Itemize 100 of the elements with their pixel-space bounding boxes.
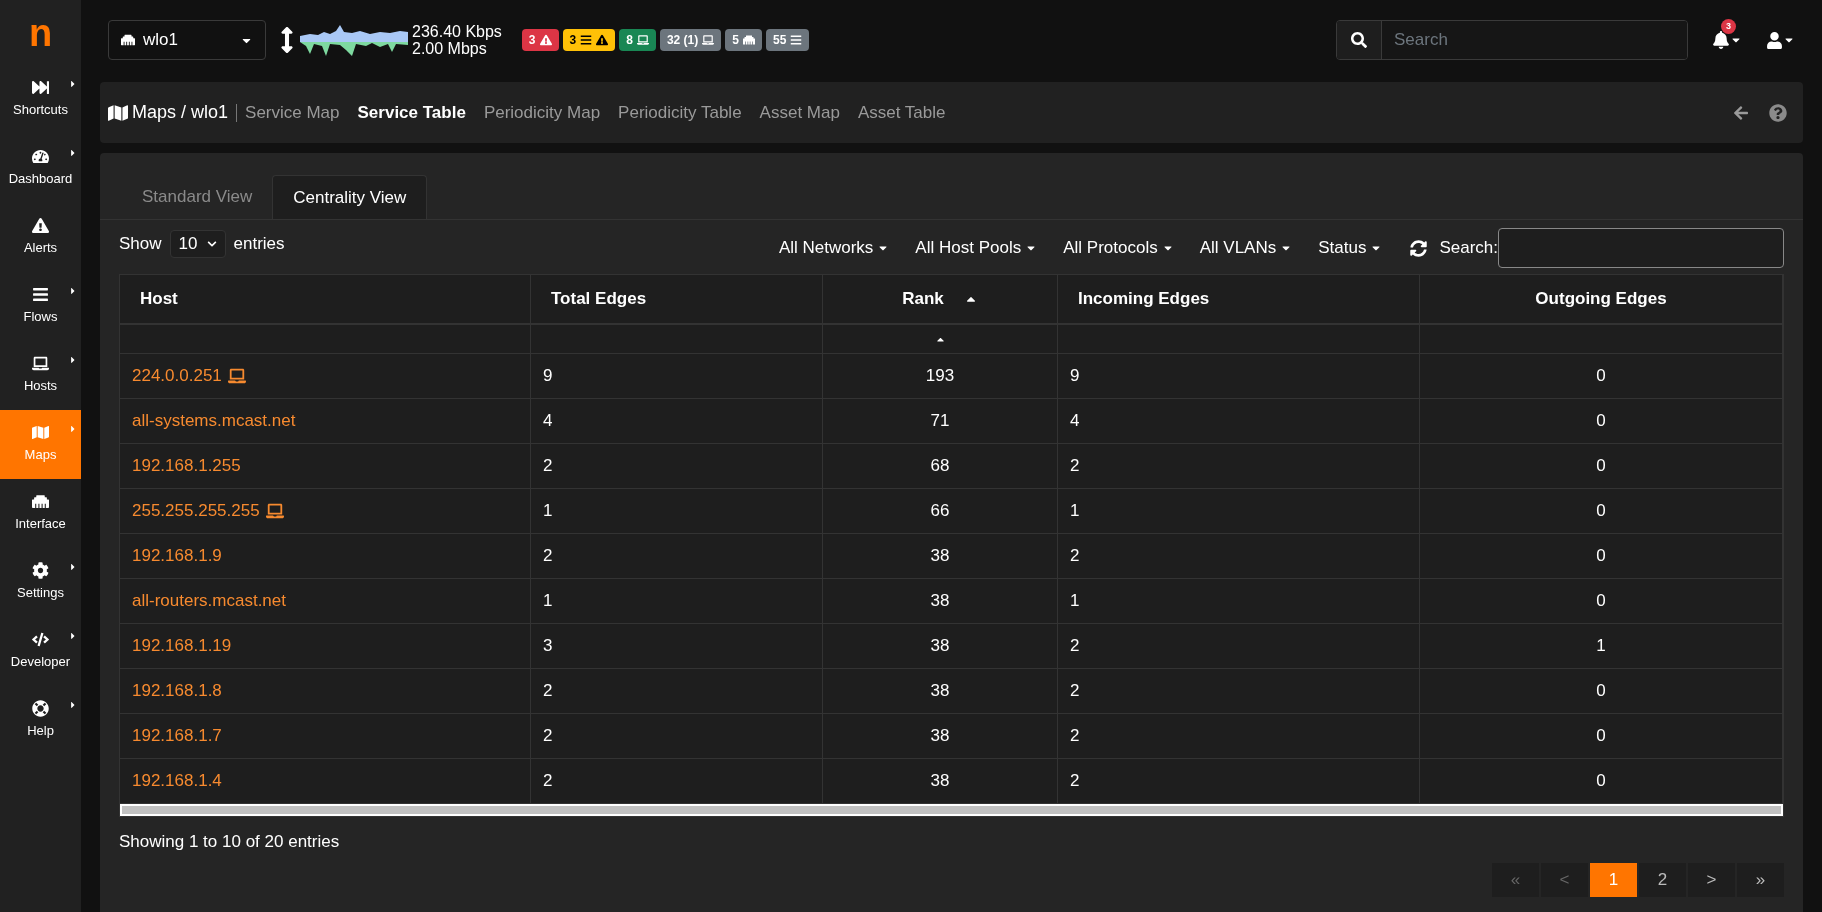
status-badge[interactable]: 55: [765, 29, 810, 51]
ethernet-port-icon: [742, 34, 755, 46]
sidebar-item[interactable]: Flows: [0, 272, 81, 341]
sidebar-item[interactable]: Dashboard: [0, 134, 81, 203]
table-cell-text: 1: [543, 500, 553, 523]
user-icon: [1766, 31, 1783, 49]
map-icon: [32, 424, 49, 442]
download-rate: 2.00 Mbps: [412, 40, 488, 57]
host-link[interactable]: all-routers.mcast.net: [132, 588, 286, 614]
chevron-down-icon: [206, 239, 217, 249]
search-field[interactable]: Search: [1336, 20, 1688, 60]
page-button[interactable]: >: [1688, 862, 1735, 897]
host-link[interactable]: all-systems.mcast.net: [132, 408, 296, 434]
table-cell-text: 2: [543, 545, 553, 568]
ethernet-port-icon: [32, 493, 49, 511]
host-link[interactable]: 224.0.0.251: [132, 363, 222, 389]
table-cell-text: 1: [543, 590, 553, 613]
host-link[interactable]: 192.168.1.7: [132, 723, 222, 749]
nav-link[interactable]: Periodicity Table: [618, 99, 742, 126]
sidebar-item[interactable]: Alerts: [0, 203, 81, 272]
column-header[interactable]: Host: [120, 275, 531, 323]
table-cell-text: 2: [1070, 725, 1080, 748]
status-badge[interactable]: 3: [521, 29, 559, 51]
table-cell-text: 3: [543, 635, 553, 658]
table-cell-text: 0: [1596, 455, 1606, 478]
column-header[interactable]: Outgoing Edges: [1420, 275, 1783, 323]
life-ring-icon: [32, 700, 49, 718]
host-link[interactable]: 192.168.1.8: [132, 678, 222, 704]
column-header[interactable]: Incoming Edges: [1058, 275, 1420, 323]
lines-icon: [580, 34, 593, 46]
refresh-icon[interactable]: [1410, 239, 1428, 257]
user-menu-button[interactable]: [1766, 31, 1795, 49]
table-cell-text: 2: [1070, 545, 1080, 568]
back-arrow-icon[interactable]: [1733, 104, 1749, 121]
filter-dropdown[interactable]: All Protocols: [1063, 235, 1174, 261]
nav-link[interactable]: Service Map: [245, 99, 340, 126]
table-cell-text: 38: [930, 590, 950, 613]
entries-select[interactable]: 10: [169, 230, 226, 258]
nav-link[interactable]: Periodicity Map: [483, 99, 601, 126]
table-cell-text: 0: [1596, 500, 1606, 523]
table-cell-text: 38: [930, 680, 950, 703]
table-cell-text: 0: [1596, 545, 1606, 568]
view-tab[interactable]: Standard View: [122, 175, 273, 219]
logo[interactable]: n: [28, 13, 53, 52]
table-cell-text: 2: [543, 770, 553, 793]
filter-dropdown[interactable]: All Networks: [778, 235, 890, 261]
entries-label: entries: [233, 233, 285, 256]
nav-link[interactable]: Asset Map: [759, 99, 840, 126]
status-badge[interactable]: 3: [562, 29, 616, 51]
sidebar-item[interactable]: Help: [0, 686, 81, 755]
filter-dropdown[interactable]: All Host Pools: [915, 235, 1038, 261]
host-link[interactable]: 192.168.1.9: [132, 543, 222, 569]
table-cell-text: 38: [930, 725, 950, 748]
laptop-icon: [636, 34, 649, 46]
status-badge[interactable]: 5: [725, 29, 762, 51]
nav-link[interactable]: Service Table: [357, 99, 466, 126]
sidebar-item[interactable]: Developer: [0, 617, 81, 686]
table-info: Showing 1 to 10 of 20 entries: [119, 832, 340, 851]
upload-rate: 236.40 Kbps: [412, 23, 502, 40]
sidebar-item[interactable]: Shortcuts: [0, 65, 81, 134]
table-cell-text: 38: [930, 545, 950, 568]
filter-dropdown[interactable]: Status: [1318, 235, 1383, 261]
table-cell-text: 0: [1596, 770, 1606, 793]
host-link[interactable]: 192.168.1.19: [132, 633, 232, 659]
bell-icon: [1712, 31, 1730, 49]
table-cell-text: 1: [1070, 590, 1080, 613]
status-badge[interactable]: 32 (1): [659, 29, 722, 51]
table-cell-text: 193: [925, 365, 955, 388]
horizontal-scrollbar[interactable]: [120, 804, 1783, 816]
table-cell-text: 0: [1596, 365, 1606, 388]
table-cell-text: 4: [543, 410, 553, 433]
view-tab[interactable]: Centrality View: [272, 175, 428, 219]
host-link[interactable]: 255.255.255.255: [132, 498, 260, 524]
column-header[interactable]: Rank: [823, 275, 1058, 323]
sidebar-item[interactable]: Hosts: [0, 341, 81, 410]
sidebar-item[interactable]: Interface: [0, 479, 81, 548]
warning-icon: [596, 34, 609, 46]
status-badge[interactable]: 8: [619, 29, 656, 51]
table-cell-text: 71: [930, 410, 950, 433]
table-cell-text: 2: [1070, 455, 1080, 478]
page-button[interactable]: 2: [1639, 862, 1686, 897]
table-cell-text: 9: [1070, 365, 1080, 388]
interface-dropdown[interactable]: wlo1: [108, 20, 266, 60]
column-header[interactable]: Total Edges: [531, 275, 823, 323]
host-link[interactable]: 192.168.1.4: [132, 768, 222, 794]
table-search-field[interactable]: [1498, 228, 1784, 268]
table-cell-text: 38: [930, 635, 950, 658]
help-icon[interactable]: [1769, 103, 1787, 122]
show-label: Show: [119, 233, 162, 256]
page-button[interactable]: »: [1737, 862, 1784, 897]
sidebar-item[interactable]: Settings: [0, 548, 81, 617]
map-icon: [108, 102, 128, 123]
filter-dropdown[interactable]: All VLANs: [1199, 235, 1293, 261]
host-link[interactable]: 192.168.1.255: [132, 453, 241, 479]
table-cell-text: 0: [1596, 410, 1606, 433]
table-cell-text: 2: [543, 455, 553, 478]
notifications-button[interactable]: [1712, 31, 1742, 49]
table-cell-text: 0: [1596, 680, 1606, 703]
table-cell-text: 4: [1070, 410, 1080, 433]
nav-link[interactable]: Asset Table: [857, 99, 946, 126]
